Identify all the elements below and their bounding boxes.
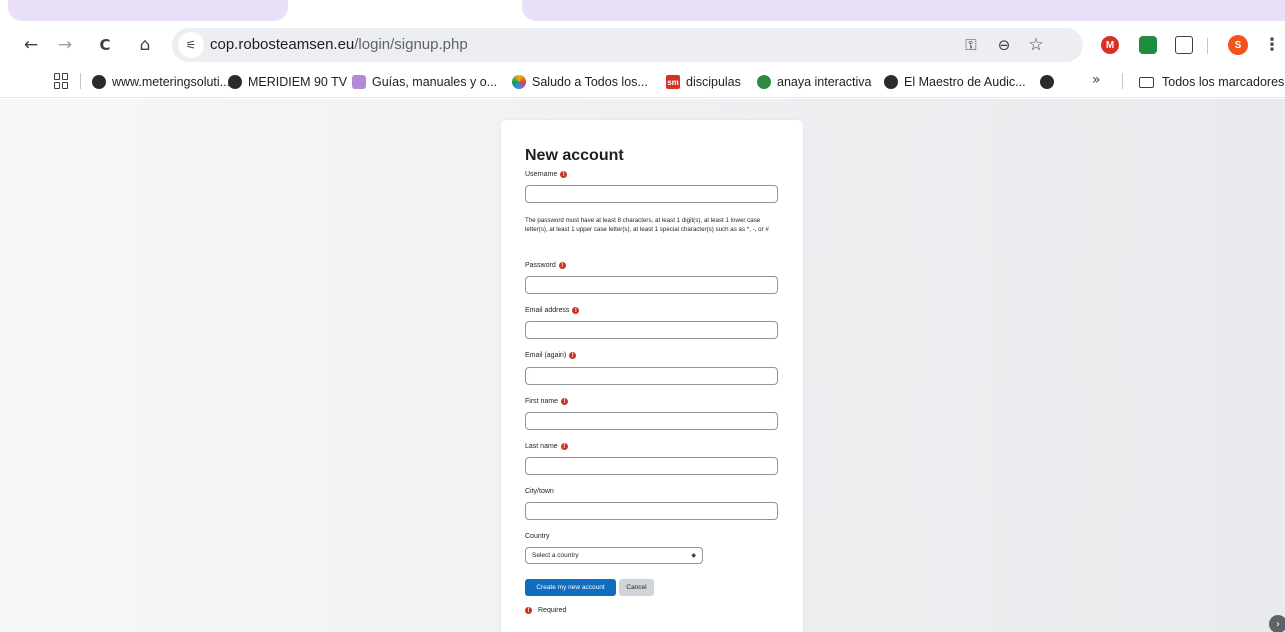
colorful-ball-icon bbox=[512, 75, 526, 89]
required-icon: ! bbox=[572, 307, 580, 314]
globe-icon bbox=[228, 75, 242, 89]
bookmark-item[interactable]: sm discipulas bbox=[666, 73, 741, 91]
sparkle-icon bbox=[352, 75, 366, 89]
create-account-button[interactable]: Create my new account bbox=[525, 579, 616, 596]
toolbar-divider bbox=[1207, 38, 1208, 54]
required-icon: ! bbox=[560, 443, 568, 450]
bookmarks-divider bbox=[80, 73, 81, 89]
url-host: cop.robosteamsen.eu bbox=[210, 36, 355, 53]
country-label: Country bbox=[525, 533, 550, 540]
bookmarks-bar: www.meteringsoluti... MERIDIEM 90 TV Guí… bbox=[0, 64, 1285, 98]
bookmark-label: anaya interactiva bbox=[777, 75, 872, 89]
email-label: Email address! bbox=[525, 307, 580, 314]
required-legend: ! Required bbox=[525, 607, 566, 614]
bookmarks-overflow-icon[interactable]: » bbox=[1092, 72, 1101, 88]
green-circle-icon bbox=[757, 75, 771, 89]
username-input[interactable] bbox=[525, 185, 778, 203]
first-name-label: First name! bbox=[525, 398, 569, 405]
bookmark-label: Saludo a Todos los... bbox=[532, 75, 648, 89]
bookmark-label: Guías, manuales y o... bbox=[372, 75, 498, 89]
page-content: New account Username! The password must … bbox=[0, 99, 1285, 632]
home-icon[interactable]: ⌂ bbox=[132, 32, 158, 58]
forward-arrow-icon[interactable]: → bbox=[52, 32, 78, 58]
password-input[interactable] bbox=[525, 276, 778, 294]
browser-toolbar: ← → C ⌂ ⚟ cop.robosteamsen.eu/login/sign… bbox=[0, 26, 1285, 64]
password-key-icon[interactable]: ⚿ bbox=[959, 33, 983, 57]
username-label: Username! bbox=[525, 171, 568, 178]
globe-icon bbox=[884, 75, 898, 89]
url-text[interactable]: cop.robosteamsen.eu/login/signup.php bbox=[210, 36, 468, 53]
email-again-input[interactable] bbox=[525, 367, 778, 385]
required-icon: ! bbox=[560, 171, 568, 178]
tab-strip bbox=[0, 0, 1285, 26]
bookmark-item[interactable]: El Maestro de Audic... bbox=[884, 73, 1026, 91]
password-label: Password! bbox=[525, 262, 566, 269]
country-select[interactable]: Select a country ◆ bbox=[525, 547, 703, 564]
extensions-puzzle-icon[interactable] bbox=[1175, 36, 1193, 54]
url-path: /login/signup.php bbox=[354, 36, 468, 53]
required-icon: ! bbox=[561, 398, 569, 405]
bookmark-label: El Maestro de Audic... bbox=[904, 75, 1026, 89]
cancel-button[interactable]: Cancel bbox=[619, 579, 654, 596]
required-icon: ! bbox=[525, 607, 532, 614]
extension-green-icon[interactable] bbox=[1139, 36, 1157, 54]
reload-icon[interactable]: C bbox=[92, 32, 118, 58]
city-input[interactable] bbox=[525, 502, 778, 520]
required-legend-label: Required bbox=[538, 607, 567, 614]
bookmark-item[interactable]: Saludo a Todos los... bbox=[512, 73, 648, 91]
bookmark-label: discipulas bbox=[686, 75, 741, 89]
select-caret-icon: ◆ bbox=[691, 552, 696, 559]
city-label: City/town bbox=[525, 488, 554, 495]
required-icon: ! bbox=[558, 262, 566, 269]
bookmark-item[interactable]: anaya interactiva bbox=[757, 73, 872, 91]
signup-card: New account Username! The password must … bbox=[501, 120, 803, 632]
sm-icon: sm bbox=[666, 75, 680, 89]
browser-tab-strip-area[interactable] bbox=[522, 0, 1285, 21]
address-bar[interactable]: ⚟ cop.robosteamsen.eu/login/signup.php ⚿… bbox=[172, 28, 1083, 62]
bookmark-item[interactable]: MERIDIEM 90 TV bbox=[228, 73, 347, 91]
zoom-icon[interactable]: ⊖ bbox=[992, 33, 1016, 57]
back-arrow-icon[interactable]: ← bbox=[18, 32, 44, 58]
apps-grid-icon[interactable] bbox=[54, 73, 70, 89]
site-info-icon[interactable]: ⚟ bbox=[178, 32, 204, 58]
scroll-to-top-icon[interactable]: › bbox=[1269, 615, 1285, 632]
email-input[interactable] bbox=[525, 321, 778, 339]
last-name-input[interactable] bbox=[525, 457, 778, 475]
password-policy-text: The password must have at least 8 charac… bbox=[525, 217, 769, 234]
all-bookmarks-folder[interactable]: Todos los marcadores bbox=[1139, 73, 1284, 91]
browser-tab[interactable] bbox=[8, 0, 288, 21]
required-icon: ! bbox=[569, 352, 577, 359]
country-selected-value: Select a country bbox=[532, 552, 579, 559]
bookmark-item[interactable]: www.meteringsoluti... bbox=[92, 73, 230, 91]
globe-icon bbox=[1040, 75, 1054, 89]
menu-dots-icon[interactable]: ⋮ bbox=[1259, 32, 1285, 58]
all-bookmarks-label: Todos los marcadores bbox=[1162, 75, 1285, 89]
first-name-input[interactable] bbox=[525, 412, 778, 430]
extension-m-icon[interactable]: M bbox=[1101, 36, 1119, 54]
bookmark-label: MERIDIEM 90 TV bbox=[248, 75, 348, 89]
last-name-label: Last name! bbox=[525, 443, 568, 450]
page-title: New account bbox=[525, 147, 624, 164]
bookmarks-divider bbox=[1122, 73, 1123, 89]
profile-avatar[interactable]: S bbox=[1228, 35, 1248, 55]
bookmark-label: www.meteringsoluti... bbox=[112, 75, 231, 89]
folder-icon bbox=[1139, 76, 1154, 88]
globe-icon bbox=[92, 75, 106, 89]
bookmark-item[interactable] bbox=[1040, 73, 1060, 91]
bookmark-item[interactable]: Guías, manuales y o... bbox=[352, 73, 497, 91]
email-again-label: Email (again)! bbox=[525, 352, 577, 359]
bookmark-star-icon[interactable]: ☆ bbox=[1024, 33, 1048, 57]
